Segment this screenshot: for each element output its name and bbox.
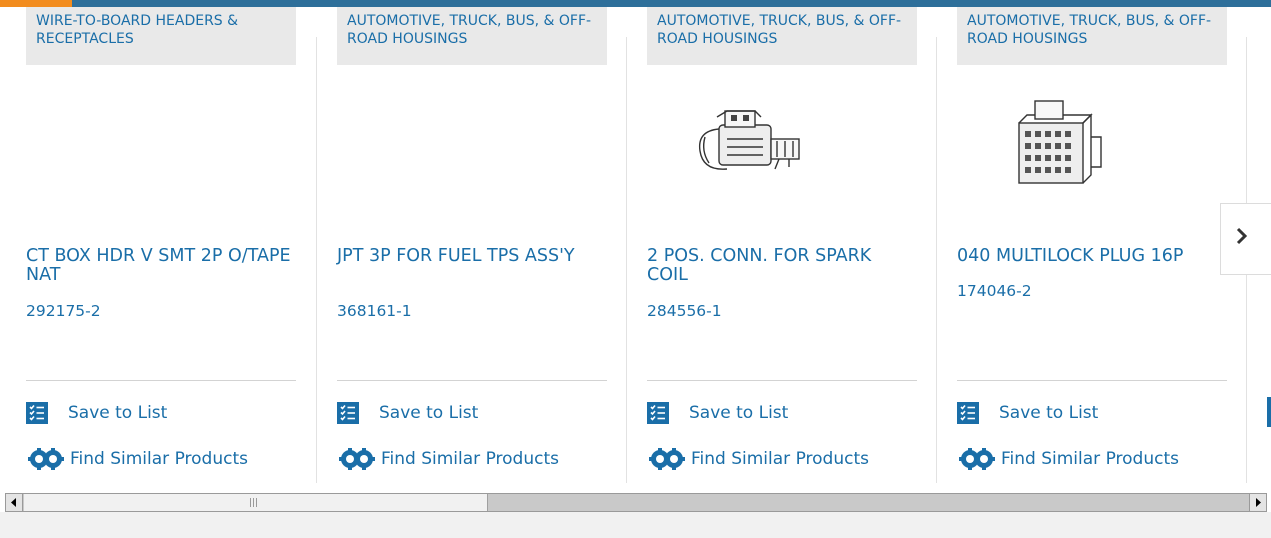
card-separator bbox=[626, 37, 627, 483]
scroll-right-button[interactable] bbox=[1249, 494, 1266, 511]
part-number[interactable]: 174046-2 bbox=[957, 282, 1032, 300]
find-similar-button[interactable]: Find Similar Products bbox=[647, 447, 869, 471]
checklist-icon bbox=[647, 402, 669, 424]
find-similar-button[interactable]: Find Similar Products bbox=[337, 447, 559, 471]
find-similar-button[interactable]: Find Similar Products bbox=[26, 447, 248, 471]
category-label[interactable]: WIRE-TO-BOARD HEADERS & RECEPTACLES bbox=[26, 7, 296, 65]
product-carousel: WIRE-TO-BOARD HEADERS & RECEPTACLES CT B… bbox=[0, 7, 1271, 483]
gears-icon bbox=[337, 447, 379, 471]
product-name[interactable]: JPT 3P FOR FUEL TPS ASS'Y bbox=[337, 247, 607, 266]
save-to-list-button[interactable]: Save to List bbox=[337, 401, 478, 425]
card-divider-rule bbox=[647, 380, 917, 381]
next-card-peek bbox=[1267, 397, 1271, 427]
footer-band bbox=[0, 512, 1271, 538]
save-to-list-button[interactable]: Save to List bbox=[957, 401, 1098, 425]
product-name[interactable]: 040 MULTILOCK PLUG 16P bbox=[957, 247, 1227, 266]
save-to-list-label: Save to List bbox=[68, 403, 168, 423]
save-to-list-label: Save to List bbox=[689, 403, 789, 423]
save-to-list-button[interactable]: Save to List bbox=[26, 401, 167, 425]
find-similar-label: Find Similar Products bbox=[70, 449, 248, 469]
category-label[interactable]: AUTOMOTIVE, TRUCK, BUS, & OFF-ROAD HOUSI… bbox=[647, 7, 917, 65]
part-number[interactable]: 292175-2 bbox=[26, 302, 101, 320]
active-accent-segment bbox=[0, 0, 72, 7]
checklist-icon bbox=[26, 402, 48, 424]
gears-icon bbox=[957, 447, 999, 471]
product-name[interactable]: 2 POS. CONN. FOR SPARK COIL bbox=[647, 247, 917, 285]
gears-icon bbox=[647, 447, 689, 471]
top-accent-bar bbox=[0, 0, 1271, 7]
card-divider-rule bbox=[26, 380, 296, 381]
card-divider-rule bbox=[957, 380, 1227, 381]
gears-icon bbox=[26, 447, 68, 471]
find-similar-label: Find Similar Products bbox=[1001, 449, 1179, 469]
part-number[interactable]: 284556-1 bbox=[647, 302, 722, 320]
product-card: WIRE-TO-BOARD HEADERS & RECEPTACLES CT B… bbox=[26, 7, 297, 483]
card-divider-rule bbox=[337, 380, 607, 381]
scrollbar-thumb[interactable] bbox=[24, 494, 488, 511]
grip-icon bbox=[250, 498, 257, 507]
save-to-list-label: Save to List bbox=[379, 403, 479, 423]
carousel-next-button[interactable] bbox=[1220, 203, 1271, 275]
horizontal-scrollbar[interactable] bbox=[5, 493, 1267, 512]
part-number[interactable]: 368161-1 bbox=[337, 302, 412, 320]
card-separator bbox=[936, 37, 937, 483]
find-similar-button[interactable]: Find Similar Products bbox=[957, 447, 1179, 471]
save-to-list-button[interactable]: Save to List bbox=[647, 401, 788, 425]
chevron-right-icon bbox=[1235, 226, 1249, 252]
product-name[interactable]: CT BOX HDR V SMT 2P O/TAPE NAT bbox=[26, 247, 296, 285]
product-card: AUTOMOTIVE, TRUCK, BUS, & OFF-ROAD HOUSI… bbox=[957, 7, 1228, 483]
product-image[interactable] bbox=[977, 89, 1117, 199]
scroll-left-button[interactable] bbox=[6, 494, 23, 511]
card-separator bbox=[316, 37, 317, 483]
product-image[interactable] bbox=[667, 89, 807, 199]
checklist-icon bbox=[337, 402, 359, 424]
checklist-icon bbox=[957, 402, 979, 424]
find-similar-label: Find Similar Products bbox=[691, 449, 869, 469]
save-to-list-label: Save to List bbox=[999, 403, 1099, 423]
find-similar-label: Find Similar Products bbox=[381, 449, 559, 469]
product-card: AUTOMOTIVE, TRUCK, BUS, & OFF-ROAD HOUSI… bbox=[647, 7, 918, 483]
category-label[interactable]: AUTOMOTIVE, TRUCK, BUS, & OFF-ROAD HOUSI… bbox=[957, 7, 1227, 65]
product-card: AUTOMOTIVE, TRUCK, BUS, & OFF-ROAD HOUSI… bbox=[337, 7, 608, 483]
category-label[interactable]: AUTOMOTIVE, TRUCK, BUS, & OFF-ROAD HOUSI… bbox=[337, 7, 607, 65]
